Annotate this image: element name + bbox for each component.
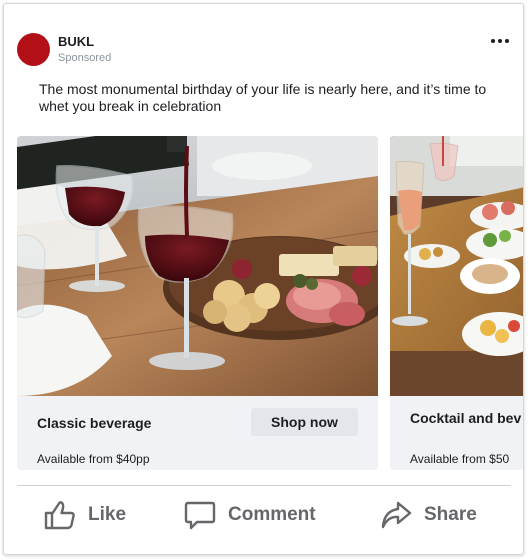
carousel-card-classic-beverage[interactable]: Classic beverage Shop now Available from… [17, 136, 378, 470]
carousel-card-price: Available from $50 [410, 452, 510, 466]
like-button[interactable]: Like [44, 497, 126, 533]
carousel-card-title: Classic beverage [37, 415, 152, 431]
carousel-card-cocktail[interactable]: Cocktail and bev Available from $50 [390, 136, 523, 470]
product-carousel: Classic beverage Shop now Available from… [17, 136, 523, 470]
page-avatar[interactable] [17, 33, 50, 66]
carousel-card-price: Available from $40pp [37, 452, 150, 466]
share-button[interactable]: Share [380, 497, 477, 533]
comment-label: Comment [228, 504, 316, 525]
shop-now-button[interactable]: Shop now [251, 408, 358, 436]
share-label: Share [424, 504, 477, 525]
more-options-icon[interactable] [487, 31, 513, 51]
page-name[interactable]: BUKL [58, 34, 94, 49]
thumbs-up-icon [44, 501, 75, 530]
sponsored-post-card: BUKL Sponsored The most monumental birth… [3, 3, 524, 555]
sponsored-label: Sponsored [58, 52, 112, 64]
more-dot [498, 39, 502, 43]
carousel-card-title: Cocktail and bev [410, 410, 522, 426]
share-arrow-icon [381, 501, 412, 529]
comment-button[interactable]: Comment [184, 497, 316, 533]
like-label: Like [88, 504, 127, 525]
more-dot [505, 39, 509, 43]
carousel-image-wine-platter [17, 136, 378, 396]
post-text: The most monumental birthday of your lif… [39, 81, 487, 114]
more-dot [491, 39, 495, 43]
carousel-image-cocktail-table [390, 136, 523, 396]
actions-divider [17, 485, 511, 486]
comment-bubble-icon [184, 501, 216, 530]
